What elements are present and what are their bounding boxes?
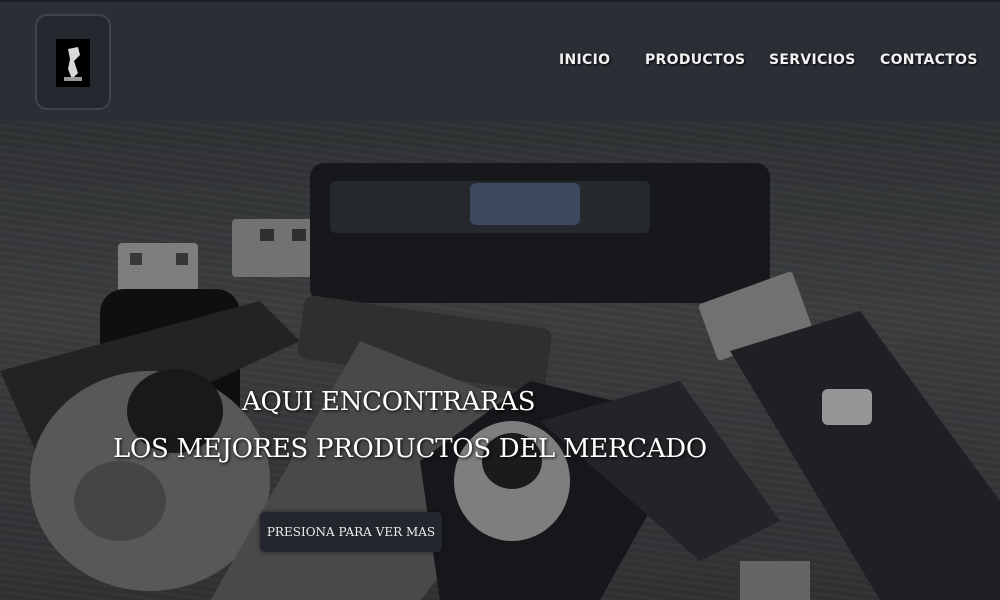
- nav-contactos[interactable]: CONTACTOS: [880, 52, 978, 68]
- site-header: INICIO PRODUCTOS SERVICIOS CONTACTOS: [0, 0, 1000, 121]
- main-nav: INICIO PRODUCTOS SERVICIOS CONTACTOS: [0, 52, 1000, 74]
- nav-inicio[interactable]: INICIO: [559, 52, 610, 68]
- hero-headline-line2: LOS MEJORES PRODUCTOS DEL MERCADO: [113, 434, 707, 464]
- cta-button[interactable]: PRESIONA PARA VER MAS: [260, 512, 442, 552]
- nav-servicios[interactable]: SERVICIOS: [769, 52, 856, 68]
- nav-productos[interactable]: PRODUCTOS: [645, 52, 745, 68]
- hero-overlay: [0, 121, 1000, 600]
- hero-banner: [0, 121, 1000, 600]
- hero-headline-line1: AQUI ENCONTRARAS: [242, 387, 536, 417]
